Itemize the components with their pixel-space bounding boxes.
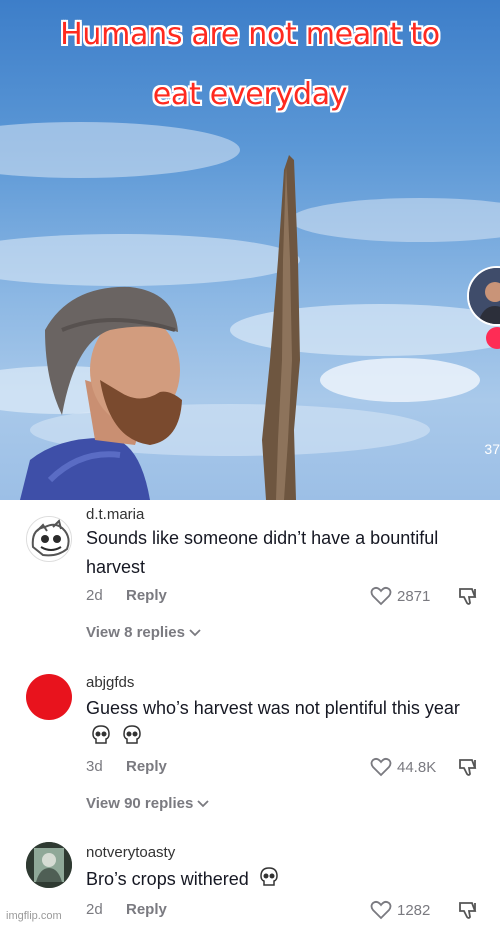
thumbs-down-icon: [459, 588, 477, 605]
chevron-down-icon: [197, 799, 209, 807]
reply-button[interactable]: Reply: [126, 901, 167, 918]
like-count-side: 37: [484, 441, 500, 457]
like-count: 2871: [397, 587, 431, 605]
comment-meta: 2d Reply: [86, 901, 167, 918]
heart-icon: [370, 757, 392, 777]
view-replies-label: View 90 replies: [86, 795, 194, 812]
avatar[interactable]: [26, 842, 72, 888]
comment-age: 3d: [86, 758, 103, 775]
comment-text-block: Bro’s crops withered: [86, 865, 486, 894]
thumbs-down-icon: [459, 902, 477, 919]
skull-icon: [92, 725, 110, 744]
comment-meta: 3d Reply: [86, 758, 167, 775]
comment-username[interactable]: notverytoasty: [86, 844, 175, 861]
view-replies-button[interactable]: View 90 replies: [86, 795, 210, 812]
reply-button[interactable]: Reply: [126, 587, 167, 604]
thumbs-down-icon: [459, 759, 477, 776]
video-caption-line-2: eat everyday: [152, 77, 348, 112]
skull-icon: [123, 725, 141, 744]
like-count: 1282: [397, 901, 431, 919]
comment-age: 2d: [86, 901, 103, 918]
chevron-down-icon: [189, 628, 201, 636]
view-replies-label: View 8 replies: [86, 624, 185, 641]
photo-avatar-image: [26, 842, 72, 888]
cartoon-face-icon: [27, 517, 71, 561]
comments-section: d.t.maria Sounds like someone didn’t hav…: [0, 500, 500, 926]
comment-text-block: Guess who’s harvest was not plentiful th…: [86, 694, 486, 752]
comment-text: Bro’s crops withered: [86, 869, 249, 889]
avatar[interactable]: [26, 674, 72, 720]
like-button[interactable]: 2871: [370, 586, 430, 606]
avatar[interactable]: [26, 516, 72, 562]
heart-icon: [370, 586, 392, 606]
comment-text: Guess who’s harvest was not plentiful th…: [86, 698, 460, 718]
comment-username[interactable]: abjgfds: [86, 674, 134, 691]
comment-age: 2d: [86, 587, 103, 604]
dislike-button[interactable]: [458, 756, 480, 783]
like-count: 44.8K: [397, 758, 437, 776]
like-button[interactable]: 44.8K: [370, 757, 436, 777]
comment-text: Sounds like someone didn’t have a bounti…: [86, 528, 439, 577]
heart-icon: [370, 900, 392, 920]
video-caption-line-1: Humans are not meant to: [60, 17, 440, 52]
watermark: imgflip.com: [6, 910, 62, 922]
dislike-button[interactable]: [458, 585, 480, 612]
video-frame[interactable]: Humans are not meant to eat everyday 37: [0, 0, 500, 500]
comment-meta: 2d Reply: [86, 587, 167, 604]
comment-username[interactable]: d.t.maria: [86, 506, 144, 523]
reply-button[interactable]: Reply: [126, 758, 167, 775]
view-replies-button[interactable]: View 8 replies: [86, 624, 202, 641]
skull-icon: [260, 867, 278, 886]
like-button[interactable]: 1282: [370, 900, 430, 920]
dislike-button[interactable]: [458, 899, 480, 926]
video-scene: [0, 122, 500, 500]
